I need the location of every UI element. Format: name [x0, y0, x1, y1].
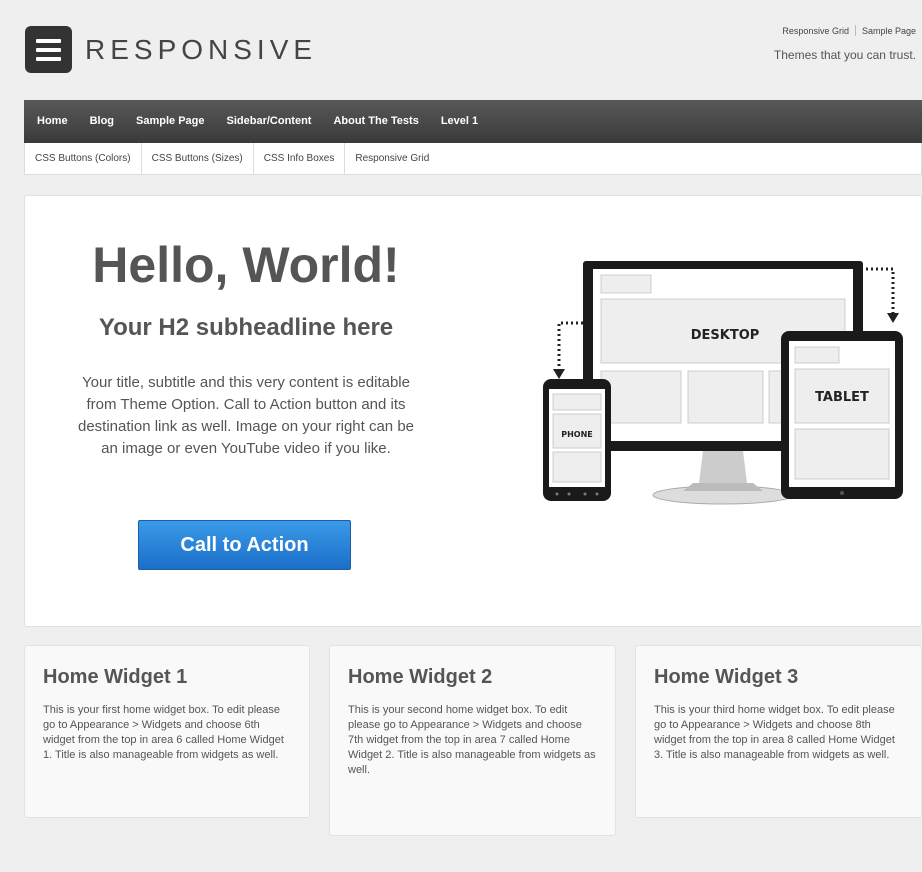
top-link-sample-page[interactable]: Sample Page [862, 26, 916, 36]
widget-text: This is your first home widget box. To e… [43, 704, 284, 761]
desktop-label: DESKTOP [691, 328, 760, 343]
featured-headline: Hello, World! [92, 237, 400, 293]
tablet-label: TABLET [815, 390, 869, 405]
site-logo[interactable]: RESPONSIVE [25, 26, 317, 73]
widget-text: This is your third home widget box. To e… [654, 704, 895, 761]
home-widget-3: Home Widget 3 This is your third home wi… [635, 645, 922, 818]
widget-text: This is your second home widget box. To … [348, 704, 596, 776]
home-widget-1: Home Widget 1 This is your first home wi… [24, 645, 310, 818]
menu-icon [25, 26, 72, 73]
featured-content-text: Your title, subtitle and this very conte… [77, 374, 415, 457]
top-links: Responsive Grid Sample Page [782, 25, 916, 36]
submenu-item-css-buttons-colors[interactable]: CSS Buttons (Colors) [25, 143, 142, 174]
submenu-item-css-info-boxes[interactable]: CSS Info Boxes [254, 143, 346, 174]
main-menu: Home Blog Sample Page Sidebar/Content Ab… [24, 100, 922, 143]
featured-content: Hello, World! Your H2 subheadline here Y… [24, 195, 922, 627]
menu-item-level-1[interactable]: Level 1 [430, 100, 489, 143]
phone-label: PHONE [561, 430, 593, 439]
submenu-item-css-buttons-sizes[interactable]: CSS Buttons (Sizes) [142, 143, 254, 174]
call-to-action-button[interactable]: Call to Action [138, 520, 351, 570]
menu-item-home[interactable]: Home [26, 100, 79, 143]
widget-title: Home Widget 2 [348, 666, 493, 688]
featured-subheadline: Your H2 subheadline here [98, 314, 394, 341]
top-link-separator [854, 25, 856, 36]
widget-title: Home Widget 3 [654, 666, 799, 688]
menu-item-blog[interactable]: Blog [79, 100, 125, 143]
submenu-item-responsive-grid[interactable]: Responsive Grid [345, 143, 439, 174]
responsive-devices-image: DESKTOP TABLET PHONE [543, 261, 903, 505]
top-link-responsive-grid[interactable]: Responsive Grid [782, 26, 849, 36]
site-tagline: Themes that you can trust. [773, 48, 916, 62]
home-widget-2: Home Widget 2 This is your second home w… [329, 645, 616, 836]
menu-item-about-the-tests[interactable]: About The Tests [322, 100, 429, 143]
menu-item-sidebar-content[interactable]: Sidebar/Content [216, 100, 323, 143]
sub-menu: CSS Buttons (Colors) CSS Buttons (Sizes)… [24, 143, 922, 175]
widget-title: Home Widget 1 [43, 666, 188, 688]
tablet-icon: TABLET [781, 331, 903, 499]
logo-text: RESPONSIVE [85, 33, 318, 65]
menu-item-sample-page[interactable]: Sample Page [125, 100, 215, 143]
phone-icon: PHONE [543, 379, 611, 501]
